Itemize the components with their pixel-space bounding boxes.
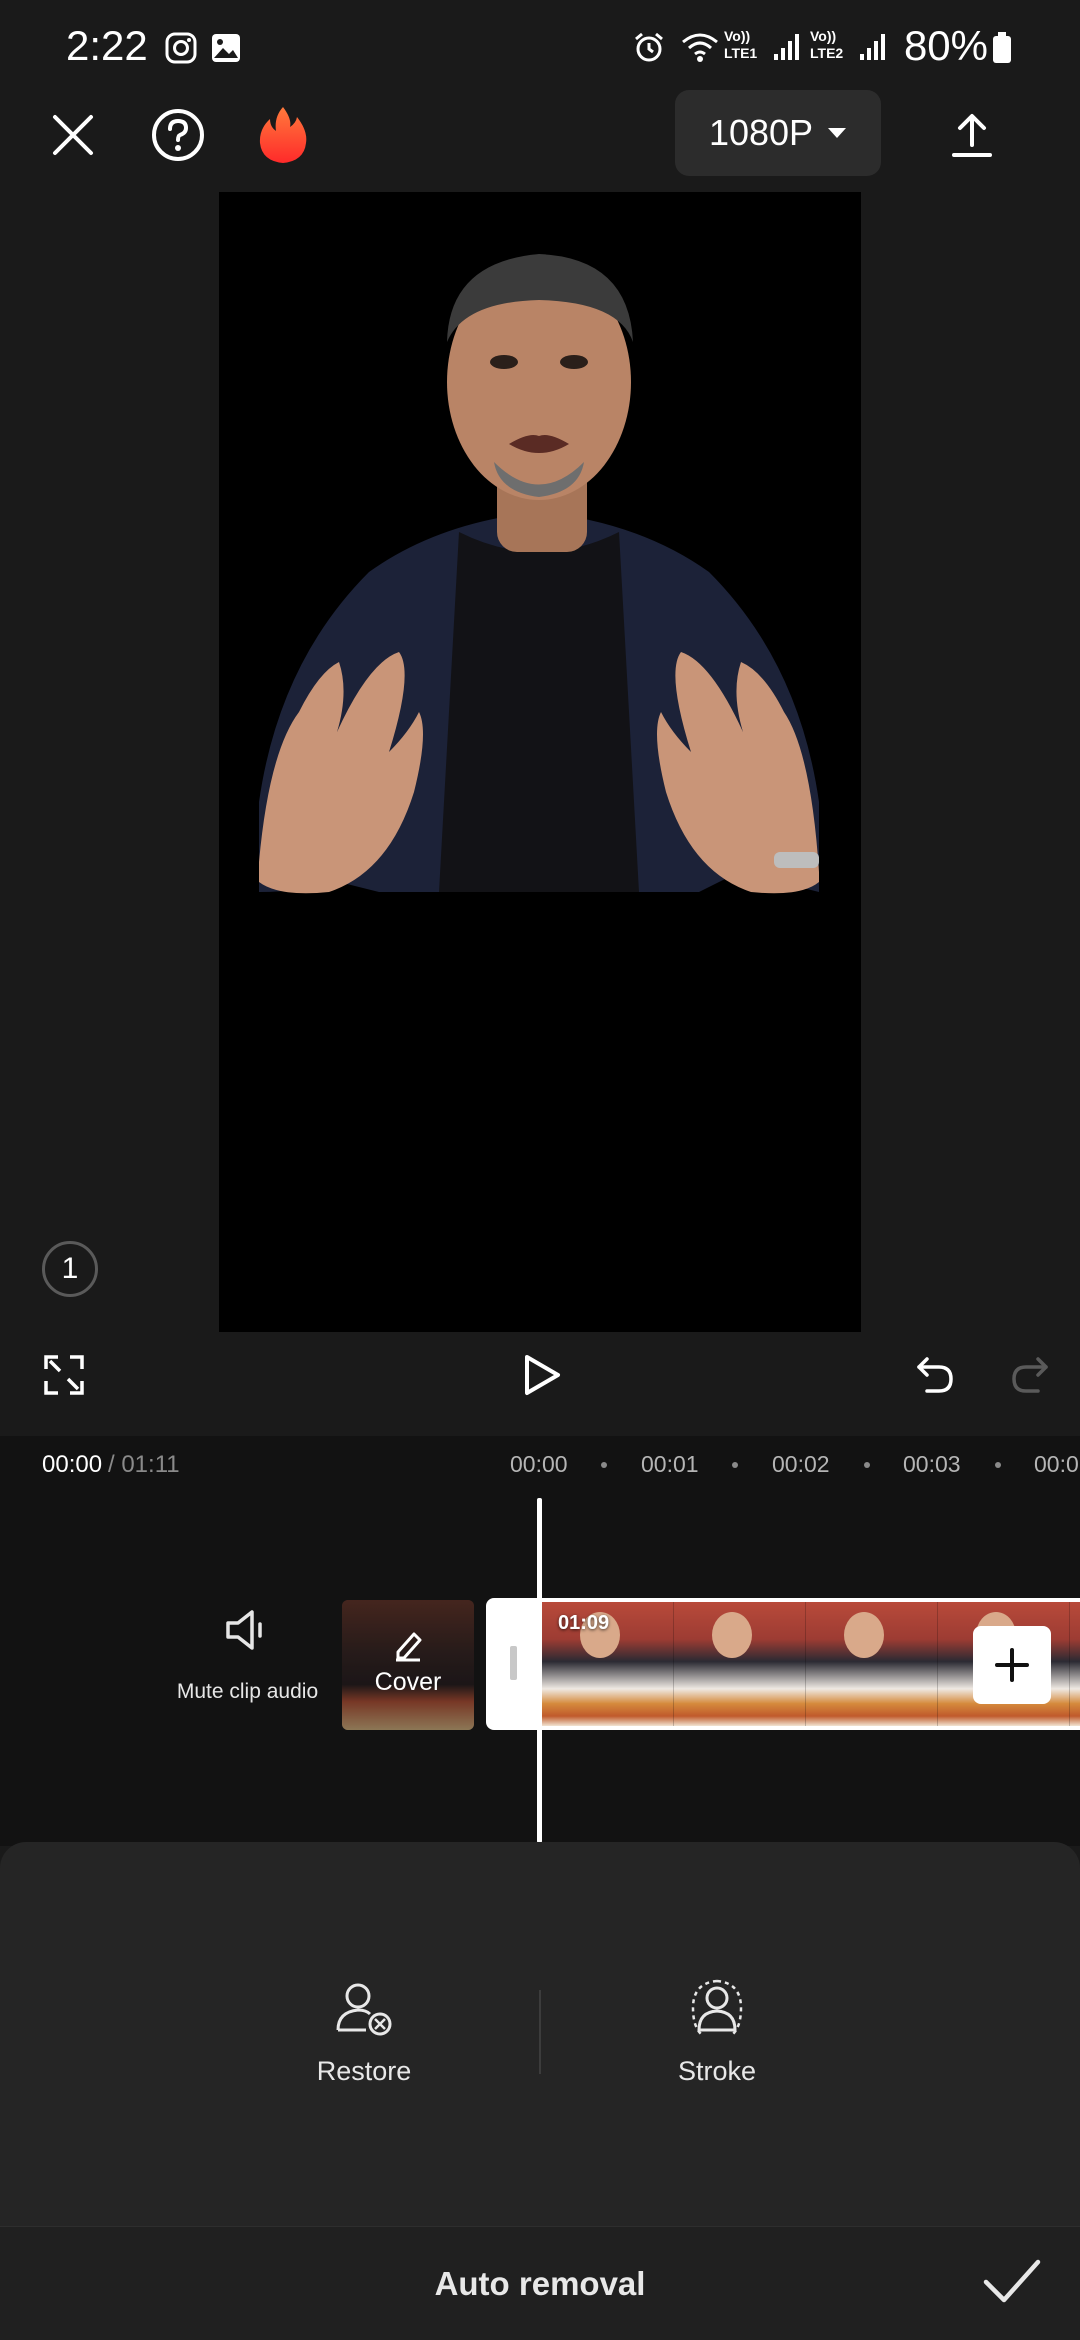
help-button[interactable] xyxy=(143,100,213,170)
cover-button[interactable]: Cover xyxy=(342,1600,474,1730)
ruler-label: 00:00 xyxy=(510,1451,568,1477)
battery-icon xyxy=(992,32,1012,64)
ruler-label: 00:0 xyxy=(1034,1451,1079,1477)
ruler-dot xyxy=(995,1462,1001,1468)
instagram-icon xyxy=(165,32,197,64)
resolution-dropdown[interactable]: 1080P xyxy=(675,90,881,176)
clip-frame xyxy=(674,1602,806,1726)
fullscreen-button[interactable] xyxy=(34,1345,94,1405)
help-icon xyxy=(150,107,206,163)
lte1-indicator: Vo)) LTE1 xyxy=(724,28,758,61)
cover-label: Cover xyxy=(374,1668,442,1696)
current-time: 00:00 xyxy=(42,1451,103,1478)
pencil-icon xyxy=(392,1628,424,1662)
redo-button[interactable] xyxy=(1000,1345,1060,1405)
restore-icon xyxy=(334,1978,394,2038)
mute-clip-audio-label[interactable]: Mute clip audio xyxy=(160,1680,335,1704)
fullscreen-icon xyxy=(42,1353,86,1397)
close-icon xyxy=(49,111,97,159)
flame-icon xyxy=(256,105,310,165)
add-clip-button[interactable] xyxy=(973,1626,1051,1704)
redo-icon xyxy=(1008,1353,1052,1397)
wifi-icon xyxy=(680,30,720,64)
checkmark-icon xyxy=(982,2256,1042,2306)
battery-percent: 80% xyxy=(903,22,988,69)
export-icon xyxy=(950,111,994,159)
stroke-button[interactable]: Stroke xyxy=(632,1978,802,2087)
ruler-dot xyxy=(601,1462,607,1468)
stroke-label: Stroke xyxy=(677,2056,757,2086)
alarm-icon xyxy=(632,30,666,64)
clip-duration: 01:09 xyxy=(558,1612,610,1634)
clip-frame xyxy=(1070,1602,1080,1726)
clip-count-badge[interactable]: 1 xyxy=(42,1241,98,1297)
gallery-icon xyxy=(210,32,242,64)
stroke-icon xyxy=(687,1978,747,2038)
close-button[interactable] xyxy=(38,100,108,170)
signal-icon xyxy=(858,32,888,62)
lte2-indicator: Vo)) LTE2 xyxy=(810,28,844,61)
plus-icon xyxy=(994,1647,1030,1683)
undo-icon xyxy=(913,1353,957,1397)
play-icon xyxy=(522,1353,562,1397)
status-time: 2:22 xyxy=(66,22,148,69)
ruler-dot xyxy=(732,1462,738,1468)
signal-icon xyxy=(772,32,802,62)
cover-overlay xyxy=(342,1600,474,1730)
ruler-label: 00:03 xyxy=(903,1451,961,1477)
video-preview[interactable] xyxy=(219,192,861,1332)
confirm-button[interactable] xyxy=(982,2256,1042,2306)
undo-button[interactable] xyxy=(905,1345,965,1405)
status-bar: 2:22 Vo)) LTE1 Vo)) LTE2 80% xyxy=(0,0,1080,90)
total-time: / 01:11 xyxy=(108,1451,180,1478)
restore-button[interactable]: Restore xyxy=(279,1978,449,2087)
ruler-label: 00:01 xyxy=(641,1451,699,1477)
ruler-label: 00:02 xyxy=(772,1451,830,1477)
clip-trim-handle[interactable] xyxy=(510,1646,517,1680)
ruler-dot xyxy=(864,1462,870,1468)
panel-title: Auto removal xyxy=(434,2265,646,2302)
pro-button[interactable] xyxy=(248,100,318,170)
export-button[interactable] xyxy=(937,100,1007,170)
person-cutout-image xyxy=(259,254,819,894)
tool-divider xyxy=(539,1990,541,2074)
playhead[interactable] xyxy=(537,1498,542,1843)
restore-label: Restore xyxy=(316,2056,412,2086)
resolution-label: 1080P xyxy=(708,112,814,153)
play-button[interactable] xyxy=(512,1345,572,1405)
speaker-icon[interactable] xyxy=(222,1605,272,1655)
caret-down-icon xyxy=(827,127,847,139)
clip-frame xyxy=(806,1602,938,1726)
